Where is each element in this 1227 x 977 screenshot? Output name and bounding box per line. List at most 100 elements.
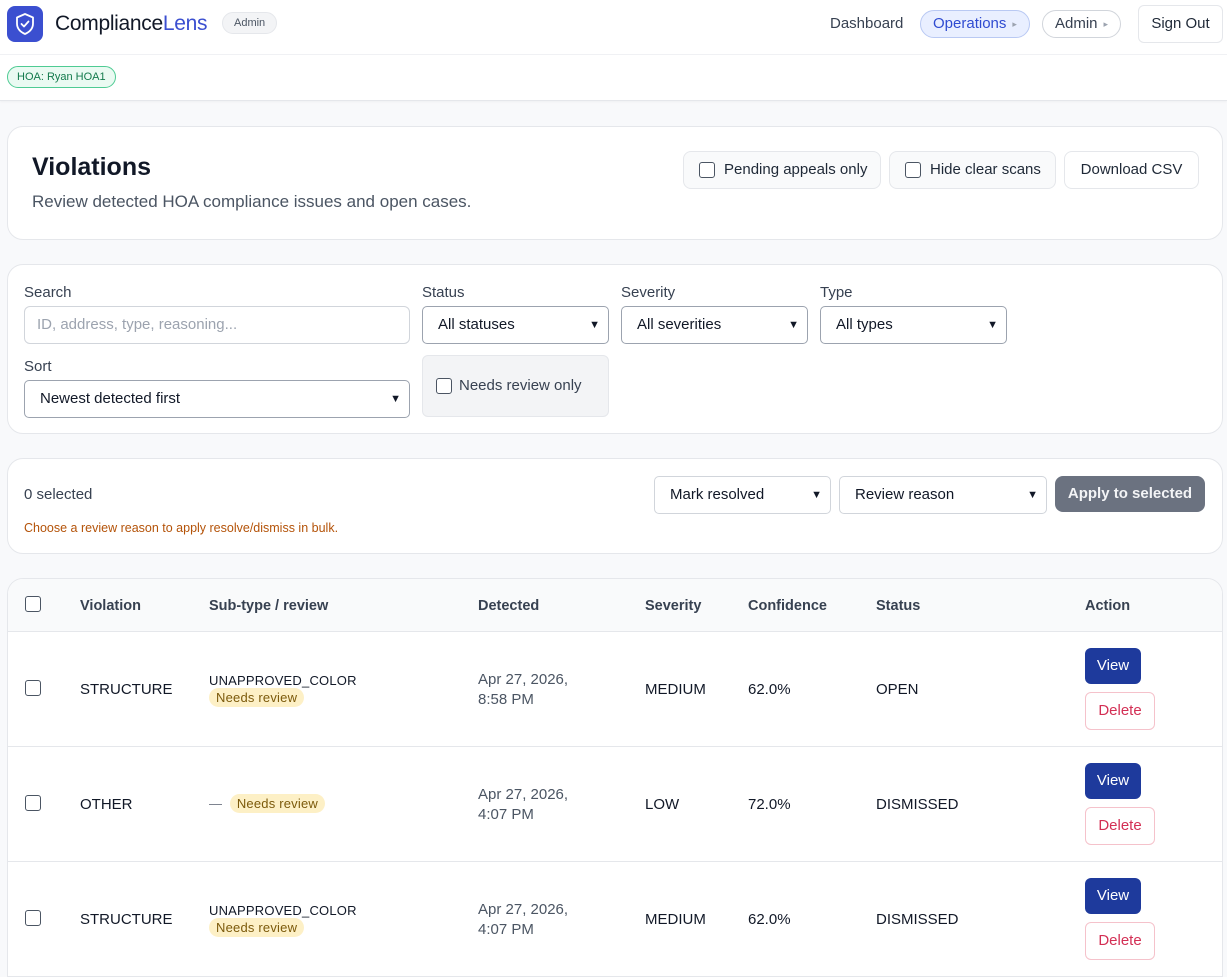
bulk-hint: Choose a review reason to apply resolve/… (24, 521, 339, 535)
type-select-value: All types (836, 316, 893, 333)
status-select[interactable]: All statuses ▼ (422, 306, 609, 344)
status-select-value: All statuses (438, 316, 515, 333)
row-checkbox[interactable] (25, 795, 41, 811)
detected-date: Apr 27, 2026, (478, 786, 569, 803)
col-action: Action (1085, 598, 1131, 614)
chevron-down-icon: ▼ (987, 319, 998, 331)
bulk-action-value: Mark resolved (670, 486, 765, 503)
status-label: Status (422, 284, 465, 301)
status-value: DISMISSED (876, 911, 959, 928)
hide-clear-scans-checkbox[interactable] (905, 162, 921, 178)
severity-value: MEDIUM (645, 911, 706, 928)
detected-cell: Apr 27, 2026, 4:07 PM (478, 900, 568, 940)
sign-out-button[interactable]: Sign Out (1138, 5, 1223, 43)
hide-clear-scans-label: Hide clear scans (930, 161, 1041, 178)
needs-review-pill: Needs review (229, 794, 325, 813)
sort-select[interactable]: Newest detected first ▼ (24, 380, 410, 418)
apply-to-selected-button[interactable]: Apply to selected (1055, 476, 1205, 512)
view-button[interactable]: View (1085, 763, 1141, 799)
select-all-checkbox[interactable] (25, 596, 41, 612)
pending-appeals-checkbox[interactable] (699, 162, 715, 178)
table-row[interactable]: STRUCTURE UNAPPROVED_COLOR Needs review … (8, 632, 1222, 747)
severity-select[interactable]: All severities ▼ (621, 306, 808, 344)
nav-operations[interactable]: Operations ▸ (920, 10, 1030, 38)
type-select[interactable]: All types ▼ (820, 306, 1007, 344)
chevron-down-icon: ▼ (1027, 489, 1038, 501)
violation-type: STRUCTURE (80, 681, 173, 698)
delete-button[interactable]: Delete (1085, 922, 1155, 960)
search-input[interactable]: ID, address, type, reasoning... (24, 306, 410, 344)
row-checkbox[interactable] (25, 680, 41, 696)
violation-type: OTHER (80, 796, 133, 813)
table-row[interactable]: STRUCTURE UNAPPROVED_COLOR Needs review … (8, 862, 1222, 977)
review-reason-value: Review reason (855, 486, 955, 503)
col-confidence[interactable]: Confidence (748, 598, 827, 614)
hoa-context-badge[interactable]: HOA: Ryan HOA1 (7, 66, 116, 88)
needs-review-pill: Needs review (209, 918, 305, 937)
chevron-down-icon: ▼ (589, 319, 600, 331)
pending-appeals-label: Pending appeals only (724, 161, 868, 178)
nav-row: ComplianceLens Admin Dashboard Operation… (0, 0, 1227, 55)
status-value: DISMISSED (876, 796, 959, 813)
app-brand[interactable]: ComplianceLens (55, 12, 208, 36)
detected-time: 4:07 PM (478, 921, 534, 938)
download-csv-button[interactable]: Download CSV (1064, 151, 1199, 189)
row-checkbox[interactable] (25, 910, 41, 926)
pending-appeals-toggle[interactable]: Pending appeals only (683, 151, 881, 189)
view-button[interactable]: View (1085, 648, 1141, 684)
nav-admin-label: Admin (1055, 15, 1098, 32)
page-title: Violations (32, 153, 152, 181)
needs-review-toggle[interactable]: Needs review only (422, 355, 609, 417)
subtype-cell: — Needs review (209, 794, 409, 813)
col-status[interactable]: Status (876, 598, 920, 614)
col-detected[interactable]: Detected (478, 598, 539, 614)
sort-label: Sort (24, 358, 52, 375)
subtype-cell: UNAPPROVED_COLOR Needs review (209, 902, 409, 937)
status-value: OPEN (876, 681, 919, 698)
chevron-down-icon: ▼ (390, 393, 401, 405)
needs-review-pill: Needs review (209, 688, 305, 707)
needs-review-checkbox[interactable] (436, 378, 452, 394)
selected-count: 0 selected (24, 486, 93, 503)
detected-time: 4:07 PM (478, 806, 534, 823)
page-subtitle: Review detected HOA compliance issues an… (32, 192, 472, 211)
view-button[interactable]: View (1085, 878, 1141, 914)
nav-admin[interactable]: Admin ▸ (1042, 10, 1122, 38)
severity-select-value: All severities (637, 316, 722, 333)
detected-cell: Apr 27, 2026, 8:58 PM (478, 670, 568, 710)
bulk-action-select[interactable]: Mark resolved ▼ (654, 476, 831, 514)
subtype-value: UNAPPROVED_COLOR (209, 673, 357, 688)
brand-name-part2: Lens (162, 12, 208, 35)
violations-table: Violation Sub-type / review Detected Sev… (7, 578, 1223, 977)
needs-review-label: Needs review only (459, 377, 582, 394)
nav-dashboard[interactable]: Dashboard (830, 10, 903, 38)
delete-button[interactable]: Delete (1085, 807, 1155, 845)
detected-time: 8:58 PM (478, 691, 534, 708)
hide-clear-scans-toggle[interactable]: Hide clear scans (889, 151, 1056, 189)
review-reason-select[interactable]: Review reason ▼ (839, 476, 1047, 514)
confidence-value: 72.0% (748, 796, 791, 813)
col-subtype[interactable]: Sub-type / review (209, 598, 328, 614)
sort-select-value: Newest detected first (40, 390, 181, 407)
subtype-value: — (209, 796, 223, 811)
table-header: Violation Sub-type / review Detected Sev… (8, 579, 1222, 632)
chevron-down-icon: ▼ (788, 319, 799, 331)
delete-button[interactable]: Delete (1085, 692, 1155, 730)
col-violation[interactable]: Violation (80, 598, 141, 614)
shield-icon[interactable] (7, 6, 43, 42)
type-label: Type (820, 284, 853, 301)
search-label: Search (24, 284, 72, 301)
confidence-value: 62.0% (748, 911, 791, 928)
detected-cell: Apr 27, 2026, 4:07 PM (478, 785, 568, 825)
page-header-card: Violations Review detected HOA complianc… (7, 126, 1223, 240)
caret-right-icon: ▸ (1103, 19, 1109, 29)
subtype-value: UNAPPROVED_COLOR (209, 903, 357, 918)
filters-card: Search ID, address, type, reasoning... S… (7, 264, 1223, 434)
col-severity[interactable]: Severity (645, 598, 701, 614)
chevron-down-icon: ▼ (811, 489, 822, 501)
subtype-cell: UNAPPROVED_COLOR Needs review (209, 672, 409, 707)
violation-type: STRUCTURE (80, 911, 173, 928)
severity-label: Severity (621, 284, 676, 301)
detected-date: Apr 27, 2026, (478, 901, 569, 918)
table-row[interactable]: OTHER — Needs review Apr 27, 2026, 4:07 … (8, 747, 1222, 862)
